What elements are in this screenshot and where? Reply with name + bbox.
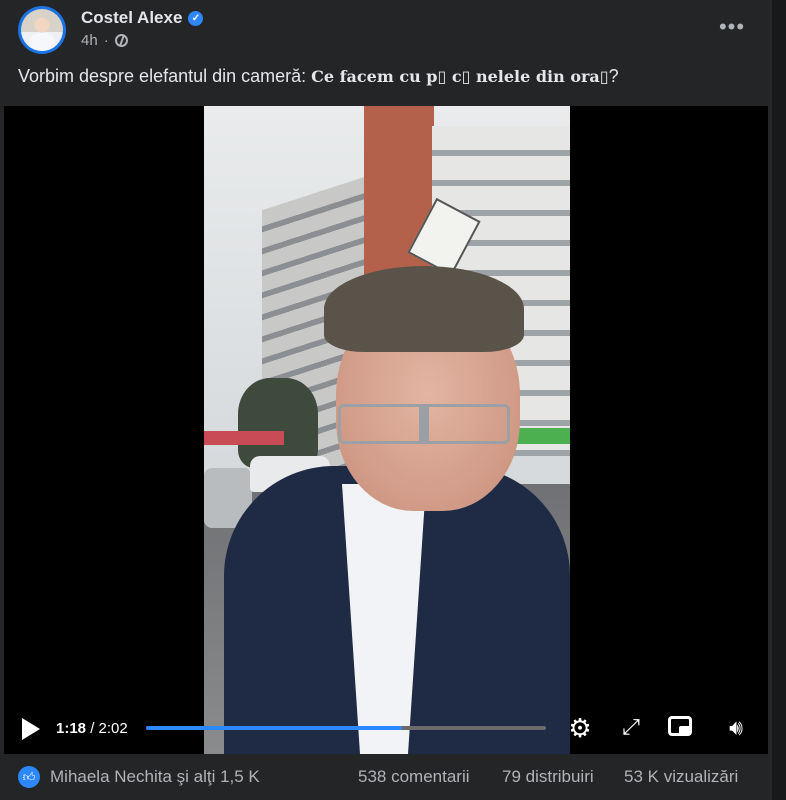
person-hair xyxy=(324,266,524,352)
post-card: Costel Alexe ✓ 4h · ••• Vorbim despre el… xyxy=(0,0,772,800)
comments-count[interactable]: 538 comentarii xyxy=(358,767,470,787)
post-caption: Vorbim despre elefantul din cameră: Ce f… xyxy=(18,66,758,87)
video-player[interactable]: 1:18 / 2:02 ⚙ ⤢ 🔊︎ xyxy=(4,106,768,754)
fullscreen-icon[interactable]: ⤢ xyxy=(618,714,644,740)
verified-badge-icon: ✓ xyxy=(188,10,204,26)
post-meta: 4h · xyxy=(81,32,128,49)
caption-suffix: ? xyxy=(608,66,619,86)
caption-bold-text: Ce facem cu p▯ c▯ nelele din ora▯ xyxy=(311,67,609,86)
picture-in-picture-icon[interactable] xyxy=(668,716,692,736)
volume-icon[interactable]: 🔊︎ xyxy=(722,714,750,742)
time-separator: / xyxy=(86,720,99,737)
reactions-summary[interactable]: Mihaela Nechita şi alţi 1,5 K xyxy=(50,767,260,787)
author-name-row: Costel Alexe ✓ xyxy=(81,8,204,28)
progress-fill xyxy=(146,726,402,730)
gear-icon[interactable]: ⚙ xyxy=(566,714,594,742)
scene-awning xyxy=(204,431,284,445)
scene-tree xyxy=(238,378,318,468)
time-display: 1:18 / 2:02 xyxy=(56,720,128,737)
like-reaction-icon[interactable]: 👍︎ xyxy=(18,766,40,788)
post-time[interactable]: 4h xyxy=(81,32,98,49)
shares-count[interactable]: 79 distribuiri xyxy=(502,767,594,787)
author-avatar[interactable] xyxy=(18,6,66,54)
video-frame[interactable] xyxy=(204,106,570,754)
play-icon[interactable] xyxy=(22,718,40,740)
current-time: 1:18 xyxy=(56,720,87,737)
person-glasses xyxy=(338,404,510,444)
globe-icon[interactable] xyxy=(114,34,128,47)
duration: 2:02 xyxy=(98,720,128,737)
views-count: 53 K vizualizări xyxy=(624,767,739,786)
page-scroll-area xyxy=(772,0,786,800)
more-options-button[interactable]: ••• xyxy=(714,12,750,48)
post-header: Costel Alexe ✓ 4h · ••• xyxy=(18,6,758,56)
caption-text: Vorbim despre elefantul din cameră: xyxy=(18,66,312,86)
post-footer: 👍︎ Mihaela Nechita şi alţi 1,5 K 538 com… xyxy=(18,764,763,794)
video-controls: 1:18 / 2:02 ⚙ ⤢ 🔊︎ xyxy=(4,706,768,754)
separator-dot: · xyxy=(103,32,109,49)
avatar-image xyxy=(21,9,63,51)
progress-bar[interactable] xyxy=(146,726,546,730)
author-name[interactable]: Costel Alexe xyxy=(81,8,182,28)
